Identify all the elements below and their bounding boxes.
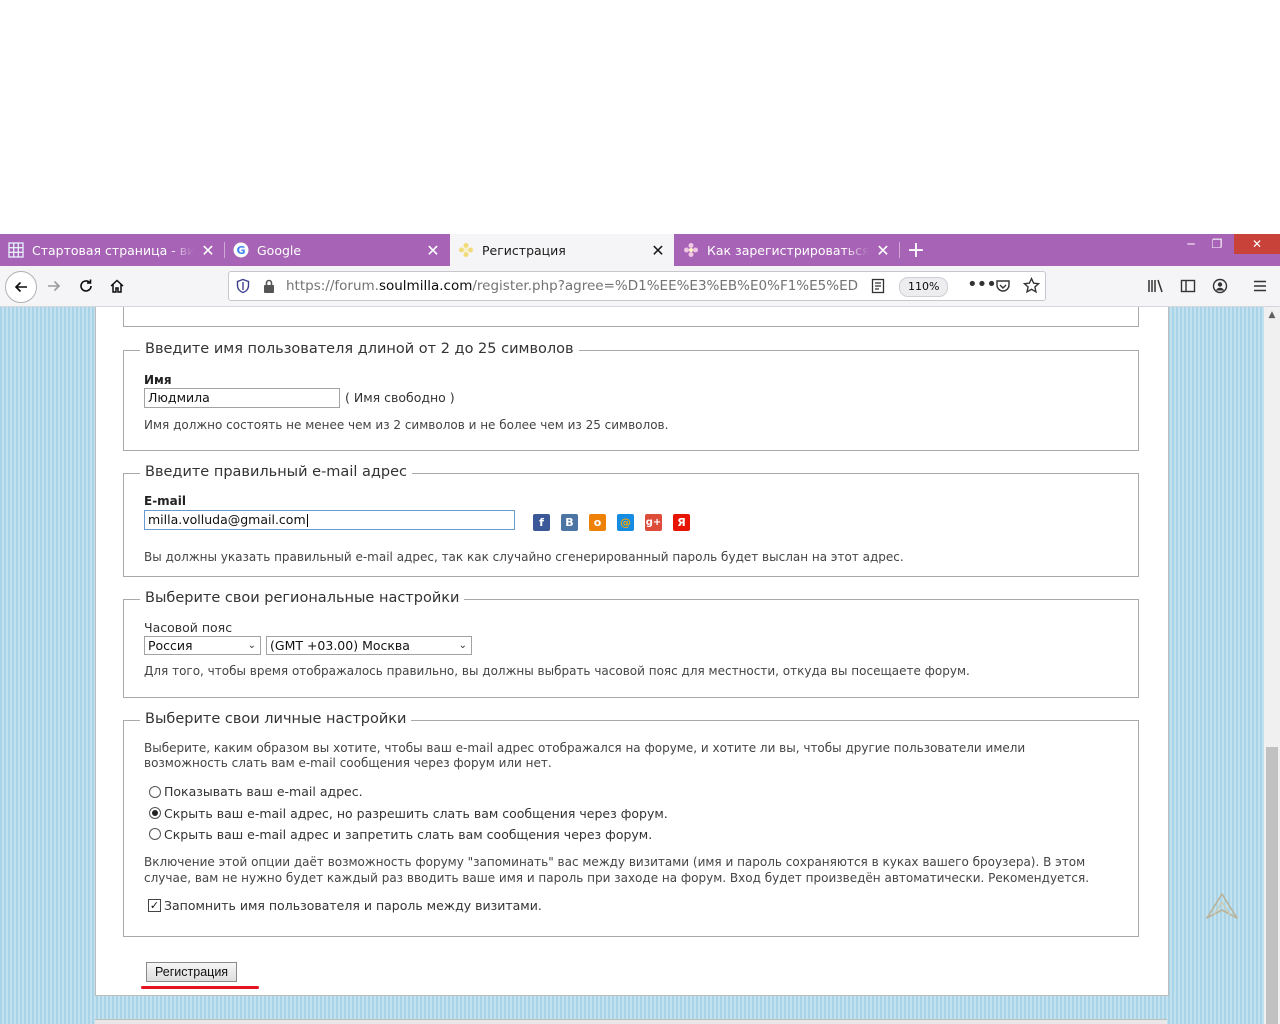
close-icon[interactable]: ✕ <box>425 241 441 260</box>
scroll-to-top-icon[interactable] <box>1204 891 1240 921</box>
reload-button[interactable] <box>72 272 100 300</box>
minimize-button[interactable]: ─ <box>1180 234 1202 254</box>
account-button[interactable] <box>1206 272 1234 300</box>
reload-icon <box>80 279 92 292</box>
radio-show-email[interactable] <box>149 786 161 798</box>
remember-description-line1: Включение этой опции даёт возможность фо… <box>144 855 1086 869</box>
arrow-right-icon <box>48 280 61 292</box>
username-legend: Введите имя пользователя длиной от 2 до … <box>140 341 579 357</box>
register-button[interactable]: Регистрация <box>146 962 238 982</box>
close-icon[interactable]: ✕ <box>650 241 666 260</box>
reader-view-icon[interactable] <box>871 278 885 298</box>
vkontakte-icon[interactable]: B <box>561 514 578 531</box>
tab-google[interactable]: G Google ✕ <box>225 234 449 266</box>
menu-button[interactable] <box>1246 272 1274 300</box>
remember-me-checkbox[interactable]: ✓ <box>148 899 161 912</box>
tab-title: Как зарегистрироваться на форуме <box>707 242 869 258</box>
previous-fieldset-edge <box>123 307 1139 327</box>
registration-form-panel: Введите имя пользователя длиной от 2 до … <box>95 307 1169 996</box>
timezone-label: Часовой пояс <box>144 620 233 635</box>
home-icon <box>110 279 124 293</box>
username-fieldset: Введите имя пользователя длиной от 2 до … <box>123 341 1139 451</box>
personal-intro-line2: возможность слать вам e-mail сообщения ч… <box>144 756 552 770</box>
remember-description-line2: случае, вам не нужно будет каждый раз вв… <box>144 871 1090 885</box>
facebook-icon[interactable]: f <box>533 514 550 531</box>
text-caret <box>306 514 308 527</box>
region-legend: Выберите свои региональные настройки <box>140 590 465 606</box>
flower-icon <box>683 242 699 258</box>
googleplus-icon[interactable]: g+ <box>645 514 662 531</box>
zoom-level-badge[interactable]: 110% <box>899 277 949 297</box>
region-hint: Для того, чтобы время отображалось прави… <box>144 664 970 678</box>
email-hint: Вы должны указать правильный e-mail адре… <box>144 550 904 564</box>
personal-legend: Выберите свои личные настройки <box>140 711 412 727</box>
lock-icon[interactable] <box>262 278 276 298</box>
vertical-scrollbar[interactable]: ▲ <box>1264 307 1280 1024</box>
odnoklassniki-icon[interactable]: о <box>589 514 606 531</box>
email-legend: Введите правильный e-mail адрес <box>140 464 412 480</box>
home-button[interactable] <box>103 272 131 300</box>
url-bar[interactable]: https://forum.soulmilla.com/register.php… <box>228 271 1046 301</box>
tab-start-page[interactable]: Стартовая страница - визуальные закладки… <box>0 234 224 266</box>
account-icon <box>1212 278 1228 294</box>
arrow-left-icon <box>14 281 27 293</box>
navigation-toolbar: https://forum.soulmilla.com/register.php… <box>0 266 1280 307</box>
scroll-up-arrow-icon[interactable]: ▲ <box>1264 307 1280 323</box>
footer-panel-edge <box>95 1019 1167 1024</box>
close-icon[interactable]: ✕ <box>875 241 891 260</box>
radio-show-email-label[interactable]: Показывать ваш e-mail адрес. <box>164 784 363 799</box>
page-viewport: Введите имя пользователя длиной от 2 до … <box>0 307 1264 1024</box>
tab-title: Регистрация <box>482 242 566 258</box>
username-status: ( Имя свободно ) <box>345 390 455 405</box>
tab-registration[interactable]: Регистрация ✕ <box>450 234 674 266</box>
timezone-select[interactable]: (GMT +03.00) Москва ⌄ <box>266 636 472 655</box>
chevron-down-icon: ⌄ <box>458 640 467 651</box>
pocket-icon[interactable] <box>995 278 1011 298</box>
personal-fieldset: Выберите свои личные настройки Выберите,… <box>123 711 1139 937</box>
close-icon[interactable]: ✕ <box>200 241 216 260</box>
highlight-underline <box>141 986 259 989</box>
username-hint: Имя должно состоять не менее чем из 2 си… <box>144 418 669 432</box>
yandex-icon[interactable]: Я <box>673 514 690 531</box>
tab-title: Стартовая страница - визуальные закладки <box>32 242 194 258</box>
svg-text:G: G <box>236 244 245 257</box>
tab-how-to-register[interactable]: Как зарегистрироваться на форуме ✕ <box>675 234 899 266</box>
hamburger-menu-icon <box>1254 280 1266 292</box>
username-input[interactable]: Людмила <box>144 388 340 408</box>
username-label: Имя <box>144 373 172 387</box>
radio-hide-email-allow-messages[interactable] <box>149 807 161 819</box>
library-icon <box>1148 279 1163 293</box>
social-login-icons: f B о @ g+ Я <box>533 514 703 532</box>
tab-title: Google <box>257 242 302 258</box>
new-tab-button[interactable]: + <box>905 234 927 266</box>
radio-hide-email-deny-messages[interactable] <box>149 828 161 840</box>
library-button[interactable] <box>1142 272 1170 300</box>
back-button[interactable] <box>5 271 37 303</box>
email-input[interactable]: milla.volluda@gmail.com <box>144 510 515 530</box>
url-text[interactable]: https://forum.soulmilla.com/register.php… <box>286 278 858 294</box>
sidebar-icon <box>1180 279 1196 293</box>
restore-button[interactable]: ❐ <box>1206 234 1228 254</box>
remember-me-label[interactable]: Запомнить имя пользователя и пароль межд… <box>164 898 542 913</box>
grid-icon <box>8 242 24 258</box>
radio-hide-email-deny-messages-label[interactable]: Скрыть ваш e-mail адрес и запретить слат… <box>164 827 652 842</box>
window-close-button[interactable]: ✕ <box>1234 234 1280 254</box>
email-fieldset: Введите правильный e-mail адрес E-mail m… <box>123 464 1139 577</box>
mailru-icon[interactable]: @ <box>617 514 634 531</box>
chevron-down-icon: ⌄ <box>247 640 256 651</box>
country-select[interactable]: Россия ⌄ <box>144 636 261 655</box>
more-actions-icon[interactable]: ••• <box>967 274 997 295</box>
sidebar-button[interactable] <box>1174 272 1202 300</box>
google-icon: G <box>233 242 249 258</box>
scrollbar-thumb[interactable] <box>1266 747 1278 1024</box>
radio-hide-email-allow-messages-label[interactable]: Скрыть ваш e-mail адрес, но разрешить сл… <box>164 806 668 821</box>
flower-icon <box>458 242 474 258</box>
region-fieldset: Выберите свои региональные настройки Час… <box>123 590 1139 698</box>
bookmark-star-icon[interactable] <box>1022 276 1041 298</box>
personal-intro-line1: Выберите, каким образом вы хотите, чтобы… <box>144 741 1026 755</box>
email-label: E-mail <box>144 494 187 508</box>
forward-button[interactable] <box>40 272 68 300</box>
tab-strip: Стартовая страница - визуальные закладки… <box>0 234 1280 266</box>
shield-icon[interactable] <box>235 278 251 298</box>
